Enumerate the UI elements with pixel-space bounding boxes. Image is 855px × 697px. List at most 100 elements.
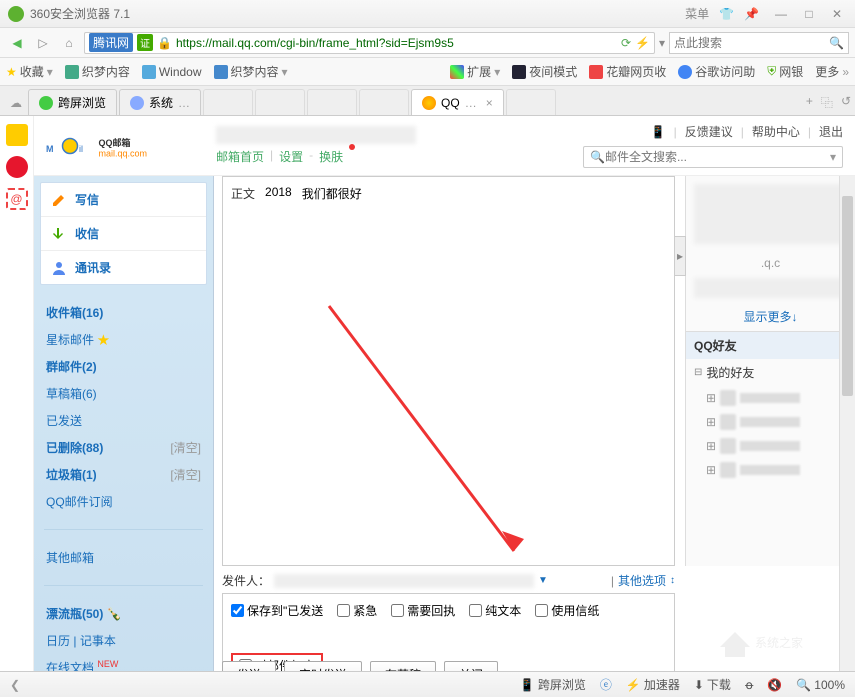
search-icon[interactable]: 🔍: [829, 36, 844, 50]
close-button[interactable]: ✕: [827, 4, 847, 24]
calendar-notes[interactable]: 日历 | 记事本: [46, 627, 201, 654]
tab-blur-3[interactable]: [307, 89, 357, 115]
bank[interactable]: ⛨网银: [767, 63, 803, 80]
sender-label: 发件人：: [222, 572, 270, 589]
clear-trash[interactable]: [清空]: [170, 466, 201, 483]
refresh-icon[interactable]: ⟳: [621, 36, 631, 50]
show-more-link[interactable]: 显示更多↓: [686, 302, 855, 332]
cloud-icon[interactable]: ☁: [4, 91, 28, 115]
tab-system[interactable]: 系统…: [119, 89, 201, 115]
dropdown-icon[interactable]: ▾: [659, 36, 665, 50]
forward-button[interactable]: ▷: [32, 32, 54, 54]
status-pp[interactable]: ꝋ: [745, 678, 753, 692]
url-text: https://mail.qq.com/cgi-bin/frame_html?s…: [176, 36, 617, 50]
other-options[interactable]: 其他选项↕: [618, 572, 675, 589]
tab-cross-screen[interactable]: 跨屏浏览: [28, 89, 117, 115]
menu-label[interactable]: 菜单: [685, 5, 709, 22]
receive-button[interactable]: 收信: [41, 216, 206, 250]
mail-editor[interactable]: 正文2018我们都很好: [222, 176, 675, 566]
status-cross-screen[interactable]: 📱跨屏浏览: [520, 676, 586, 693]
mail-search-input[interactable]: [605, 150, 830, 164]
site-brand: 腾讯网: [89, 33, 133, 52]
friend-item[interactable]: ⊞: [686, 434, 855, 458]
deleted-folder[interactable]: 已删除(88)[清空]: [46, 434, 201, 461]
tab-blur-1[interactable]: [203, 89, 253, 115]
nav-home[interactable]: 邮箱首页: [216, 148, 264, 165]
status-ie[interactable]: ⓔ: [600, 676, 612, 693]
new-tab-button[interactable]: +: [806, 94, 813, 111]
tab-blur-2[interactable]: [255, 89, 305, 115]
tab-blur-5[interactable]: [506, 89, 556, 115]
clear-deleted[interactable]: [清空]: [170, 439, 201, 456]
night-mode[interactable]: 夜间模式: [512, 63, 577, 80]
huaban[interactable]: 花瓣网页收: [589, 63, 666, 80]
mail-search[interactable]: 🔍 ▾: [583, 146, 843, 168]
nav-settings[interactable]: 设置: [279, 148, 303, 165]
more-bm[interactable]: 更多»: [815, 63, 849, 80]
qq-friends-header[interactable]: QQ好友: [686, 332, 855, 359]
sent-folder[interactable]: 已发送: [46, 407, 201, 434]
back-button[interactable]: ◀: [6, 32, 28, 54]
rail-at-icon[interactable]: @: [6, 188, 28, 210]
nav-skin[interactable]: 换肤: [319, 148, 343, 165]
rail-weibo-icon[interactable]: [6, 156, 28, 178]
pin-icon[interactable]: 📌: [744, 7, 759, 21]
mail-search-icon: 🔍: [590, 150, 605, 164]
status-accelerator[interactable]: ⚡加速器: [626, 676, 680, 693]
bm-item-1[interactable]: Window: [142, 65, 202, 79]
ext-button[interactable]: 扩展▾: [450, 63, 500, 80]
contacts-button[interactable]: 通讯录: [41, 250, 206, 284]
friend-item[interactable]: ⊞: [686, 386, 855, 410]
home-button[interactable]: ⌂: [58, 32, 80, 54]
status-mute[interactable]: 🔇: [767, 678, 782, 692]
check-urgent[interactable]: 紧急: [337, 602, 377, 619]
trash-folder[interactable]: 垃圾箱(1)[清空]: [46, 461, 201, 488]
status-download[interactable]: ⬇下载: [694, 676, 731, 693]
rail-fav-icon[interactable]: [6, 124, 28, 146]
sender-value[interactable]: ▼: [274, 574, 548, 588]
bolt-icon[interactable]: ⚡: [635, 36, 650, 50]
compose-button[interactable]: 写信: [41, 183, 206, 216]
tab-list-icon[interactable]: ⿻: [821, 94, 833, 111]
tab-qq[interactable]: QQ…×: [411, 89, 504, 115]
friend-item[interactable]: ⊞: [686, 458, 855, 482]
draft-folder[interactable]: 草稿箱(6): [46, 380, 201, 407]
check-paper[interactable]: 使用信纸: [535, 602, 599, 619]
bm-item-2[interactable]: 织梦内容▾: [214, 63, 288, 80]
check-plain[interactable]: 纯文本: [469, 602, 521, 619]
search-dropdown-icon[interactable]: ▾: [830, 150, 836, 164]
check-receipt[interactable]: 需要回执: [391, 602, 455, 619]
tab-close-icon[interactable]: ×: [486, 96, 493, 110]
tab-blur-4[interactable]: [359, 89, 409, 115]
check-save[interactable]: 保存到"已发送: [231, 602, 323, 619]
bm-item-0[interactable]: 织梦内容: [65, 63, 130, 80]
subscribe-folder[interactable]: QQ邮件订阅: [46, 488, 201, 515]
status-zoom[interactable]: 🔍100%: [796, 678, 845, 692]
svg-text:M: M: [46, 144, 54, 154]
search-box[interactable]: 🔍: [669, 32, 849, 54]
my-friends-group[interactable]: ⊟我的好友: [686, 359, 855, 386]
status-back-icon[interactable]: ❮: [10, 678, 20, 692]
google-helper[interactable]: 谷歌访问助: [678, 63, 755, 80]
bottle-folder[interactable]: 漂流瓶(50) 🍾: [46, 600, 201, 627]
mobile-icon[interactable]: 📱: [651, 125, 666, 139]
star-folder[interactable]: 星标邮件 ★: [46, 326, 201, 353]
svg-text:QQ邮箱: QQ邮箱: [99, 137, 131, 148]
search-input[interactable]: [674, 36, 829, 50]
skin-icon[interactable]: 👕: [719, 7, 734, 21]
tab-restore-icon[interactable]: ↺: [841, 94, 851, 111]
group-folder[interactable]: 群邮件(2): [46, 353, 201, 380]
maximize-button[interactable]: □: [799, 4, 819, 24]
address-bar[interactable]: 腾讯网 证 🔒 https://mail.qq.com/cgi-bin/fram…: [84, 32, 655, 54]
feedback-link[interactable]: 反馈建议: [685, 123, 733, 140]
friend-item[interactable]: ⊞: [686, 410, 855, 434]
vertical-scrollbar[interactable]: [839, 176, 855, 676]
collapse-icon[interactable]: ▸: [674, 236, 686, 276]
fav-button[interactable]: ★收藏▾: [6, 63, 53, 80]
other-mailbox[interactable]: 其他邮箱: [46, 544, 201, 571]
minimize-button[interactable]: —: [771, 4, 791, 24]
logout-link[interactable]: 退出: [819, 123, 843, 140]
qqmail-logo[interactable]: MilQQ邮箱mail.qq.com: [46, 131, 196, 161]
inbox-folder[interactable]: 收件箱(16): [46, 299, 201, 326]
help-link[interactable]: 帮助中心: [752, 123, 800, 140]
